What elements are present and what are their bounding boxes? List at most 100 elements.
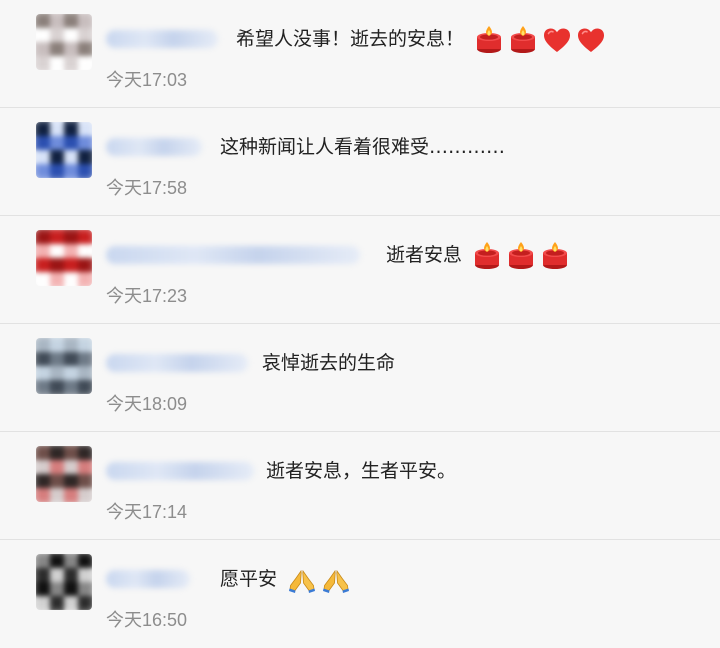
avatar-pixel (64, 380, 78, 394)
candle-icon (540, 241, 570, 271)
avatar-pixel (78, 338, 92, 352)
avatar-pixel (50, 272, 64, 286)
avatar-pixel (78, 14, 92, 28)
comment-text: 这种新闻让人看着很难受………… (220, 132, 505, 162)
avatar-pixel (64, 488, 78, 502)
avatar-pixel (36, 164, 50, 178)
comment-text: 逝者安息 (386, 240, 570, 271)
avatar-pixel (50, 460, 64, 474)
avatar-pixel (64, 244, 78, 258)
avatar[interactable] (36, 122, 92, 178)
avatar-pixel (64, 366, 78, 380)
candle-icon (508, 25, 538, 55)
avatar-pixel (36, 474, 50, 488)
avatar-pixel (78, 164, 92, 178)
username-blurred[interactable] (106, 138, 202, 156)
avatar-pixel (36, 554, 50, 568)
avatar[interactable] (36, 338, 92, 394)
avatar-pixel (78, 596, 92, 610)
avatar-pixel (78, 366, 92, 380)
avatar[interactable] (36, 14, 92, 70)
comment-text-content: 这种新闻让人看着很难受………… (220, 136, 506, 158)
comment-time: 今天18:09 (106, 394, 188, 414)
avatar-pixel (50, 150, 64, 164)
username-blurred[interactable] (106, 246, 360, 264)
heart-icon (576, 25, 606, 55)
avatar-pixel (36, 244, 50, 258)
comment-text-content: 逝者安息，生者平安。 (266, 460, 457, 482)
avatar-pixel (50, 42, 64, 56)
avatar-pixel (64, 258, 78, 272)
comment-text-content: 哀悼逝去的生命 (262, 352, 396, 374)
username-blurred[interactable] (106, 570, 190, 588)
comment-text: 希望人没事！逝去的安息！ (236, 24, 606, 55)
avatar-pixel (78, 352, 92, 366)
pray-icon (321, 565, 351, 595)
avatar-pixel (50, 554, 64, 568)
comment-text-content: 逝者安息 (386, 244, 463, 266)
avatar-pixel (64, 122, 78, 136)
emoji-group (470, 25, 606, 53)
avatar-pixel (36, 230, 50, 244)
comment-time: 今天16:50 (106, 610, 188, 630)
avatar-pixel (50, 122, 64, 136)
avatar-pixel (78, 42, 92, 56)
avatar-pixel (78, 56, 92, 70)
avatar[interactable] (36, 230, 92, 286)
avatar-pixel (36, 122, 50, 136)
avatar-pixel (50, 366, 64, 380)
avatar-pixel (64, 272, 78, 286)
avatar[interactable] (36, 446, 92, 502)
avatar[interactable] (36, 554, 92, 610)
avatar-pixel (64, 28, 78, 42)
candle-icon (472, 241, 502, 271)
comment-item: 逝者安息，生者平安。 今天17:14 (0, 432, 720, 540)
username-blurred[interactable] (106, 354, 248, 372)
avatar-pixel (64, 352, 78, 366)
avatar-pixel (36, 380, 50, 394)
comment-item: 逝者安息 今天17:23 (0, 216, 720, 324)
comment-text-content: 希望人没事！逝去的安息！ (236, 28, 465, 50)
username-blurred[interactable] (106, 462, 254, 480)
username-blurred[interactable] (106, 30, 218, 48)
comment-text-content: 愿平安 (220, 568, 278, 590)
emoji-group (283, 568, 351, 593)
avatar-pixel (64, 230, 78, 244)
avatar-pixel (50, 136, 64, 150)
avatar-pixel (50, 28, 64, 42)
avatar-pixel (36, 42, 50, 56)
pray-icon (287, 565, 317, 595)
avatar-pixel (64, 446, 78, 460)
avatar-pixel (64, 582, 78, 596)
avatar-pixel (36, 582, 50, 596)
avatar-pixel (50, 582, 64, 596)
avatar-pixel (64, 164, 78, 178)
avatar-pixel (50, 164, 64, 178)
avatar-pixel (78, 230, 92, 244)
avatar-pixel (64, 136, 78, 150)
avatar-pixel (36, 14, 50, 28)
avatar-pixel (64, 568, 78, 582)
avatar-pixel (78, 150, 92, 164)
avatar-pixel (36, 446, 50, 460)
candle-icon (474, 25, 504, 55)
avatar-image (36, 338, 92, 394)
emoji-group (468, 241, 570, 269)
avatar-image (36, 230, 92, 286)
avatar-image (36, 14, 92, 70)
avatar-pixel (36, 258, 50, 272)
comment-item: 哀悼逝去的生命 今天18:09 (0, 324, 720, 432)
avatar-pixel (50, 596, 64, 610)
comment-time: 今天17:03 (106, 70, 188, 90)
avatar-pixel (78, 136, 92, 150)
avatar-pixel (36, 366, 50, 380)
avatar-pixel (36, 596, 50, 610)
comment-time: 今天17:14 (106, 502, 188, 522)
avatar-pixel (78, 258, 92, 272)
avatar-pixel (78, 446, 92, 460)
avatar-pixel (78, 122, 92, 136)
avatar-pixel (50, 230, 64, 244)
comment-text: 愿平安 (220, 564, 351, 595)
avatar-pixel (50, 488, 64, 502)
avatar-pixel (50, 56, 64, 70)
